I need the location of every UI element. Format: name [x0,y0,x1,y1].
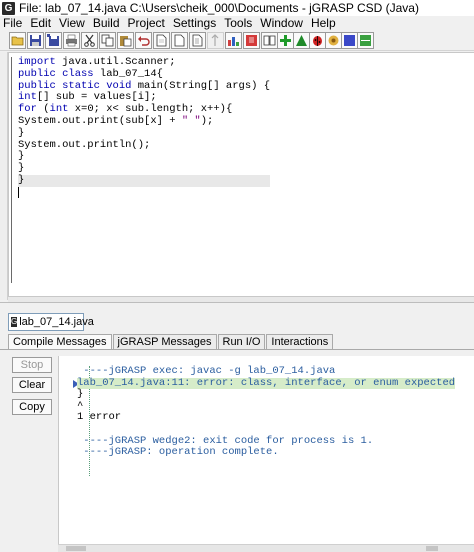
undo-icon[interactable] [135,32,152,49]
tab-interactions[interactable]: Interactions [266,334,334,350]
tab-run-i-o[interactable]: Run I/O [217,334,266,350]
menu-bar: File Edit View Build Project Settings Tools Win… [0,16,474,30]
tab-compile-messages[interactable]: Compile Messages [8,334,112,350]
generate-csd-icon[interactable] [207,32,224,49]
code-editor[interactable]: import java.util.Scanner; public class la… [8,52,474,300]
remove-csd-icon[interactable] [225,32,242,49]
file-alt-icon[interactable] [189,32,206,49]
toolbar [0,30,474,51]
generic-file-icon[interactable] [171,32,188,49]
tab-jgrasp-messages[interactable]: jGRASP Messages [112,334,217,350]
code-line [18,186,270,201]
title-bar: G File: lab_07_14.java C:\Users\cheik_00… [0,0,474,16]
csd-gutter [11,57,14,283]
run-icon[interactable] [277,32,294,49]
save-icon[interactable] [27,32,44,49]
animation-icon[interactable] [325,32,342,49]
output-line: ----jGRASP: operation complete. [77,446,279,459]
stop-button[interactable]: Stop [12,357,52,373]
jgrasp-logo-icon: G [2,1,15,15]
compile-icon[interactable] [261,32,278,49]
menu-settings[interactable]: Settings [173,16,216,30]
text-caret [18,186,19,198]
menu-project[interactable]: Project [128,16,165,30]
code-line: System.out.print(sub[x] + " "); [18,114,214,127]
output-line: ^ [77,399,84,412]
output-line: } [77,388,84,401]
compile-output-text: ----jGRASP exec: javac -g lab_07_14.java… [77,365,456,459]
editor-margin [0,52,8,300]
code-line: } [18,162,25,175]
new-file-icon[interactable] [153,32,170,49]
menu-window[interactable]: Window [260,16,303,30]
copy-icon[interactable] [99,32,116,49]
save-all-icon[interactable] [45,32,62,49]
document-tab-bar: G lab_07_14.java [0,302,474,332]
open-folder-icon[interactable] [9,32,26,49]
tab-lab-07-14-java[interactable]: G lab_07_14.java [8,313,94,331]
menu-help[interactable]: Help [311,16,336,30]
copy-button[interactable]: Copy [12,399,52,415]
compile-output[interactable]: ----jGRASP exec: javac -g lab_07_14.java… [58,356,474,546]
source-code[interactable]: import java.util.Scanner; public class la… [18,56,271,201]
menu-tools[interactable]: Tools [224,16,252,30]
window-title: File: lab_07_14.java C:\Users\cheik_000\… [19,1,419,15]
menu-view[interactable]: View [59,16,85,30]
output-line: ----jGRASP exec: javac -g lab_07_14.java [77,365,336,377]
scrollbar-end [426,546,438,551]
java-file-icon: G [11,317,18,327]
browse-icon[interactable] [243,32,260,49]
print-icon[interactable] [63,32,80,49]
scrollbar-thumb[interactable] [66,546,86,551]
output-line: 1 error [77,411,122,424]
code-line: System.out.println(); [18,138,151,151]
clear-button[interactable]: Clear [12,377,52,393]
ladybug-icon[interactable] [309,32,326,49]
output-horizontal-scrollbar[interactable] [58,544,474,552]
menu-file[interactable]: File [3,16,22,30]
menu-build[interactable]: Build [93,16,120,30]
message-tabs: Compile Messages jGRASP Messages Run I/O In… [8,334,474,350]
cut-icon[interactable] [81,32,98,49]
document-tab-label: lab_07_14.java [19,316,94,328]
debug-icon[interactable] [293,32,310,49]
panel-icon[interactable] [357,32,374,49]
menu-edit[interactable]: Edit [30,16,51,30]
error-line[interactable]: lab_07_14.java:11: error: class, interfa… [77,377,456,390]
code-line: } [18,150,25,163]
stop-icon[interactable] [341,32,358,49]
code-line: } [18,174,271,187]
paste-icon[interactable] [117,32,134,49]
